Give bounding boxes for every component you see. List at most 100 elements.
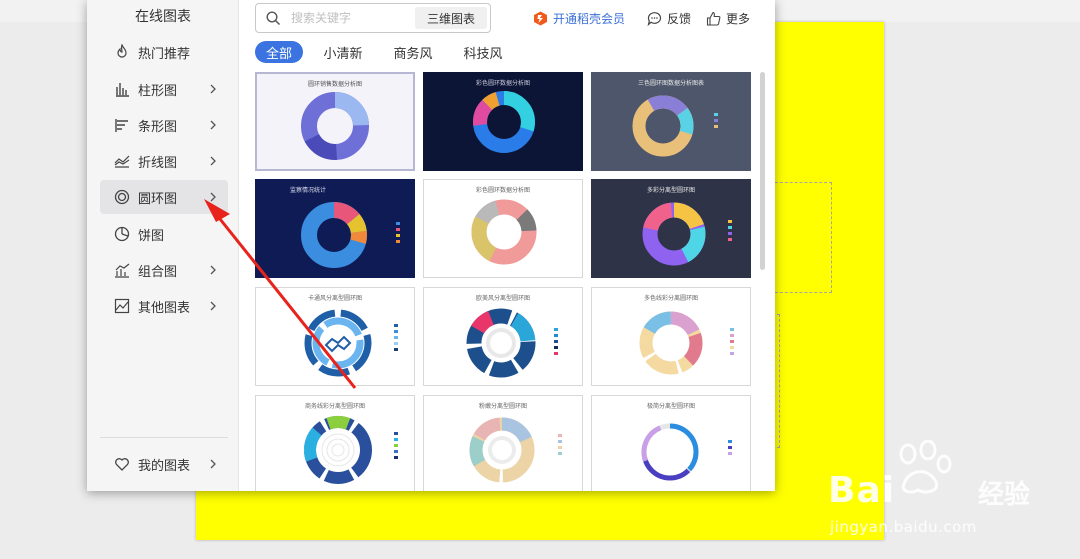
chevron-right-icon	[204, 261, 222, 279]
member-label: 开通稻壳会员	[553, 11, 626, 26]
sidebar-item-label: 条形图	[138, 119, 178, 135]
chevron-right-icon	[204, 152, 222, 170]
sidebar-item-combo[interactable]: 组合图	[100, 253, 228, 287]
template-title: 商务线彩分离型圆环图	[304, 403, 365, 410]
sidebar-item-my-charts[interactable]: 我的图表	[100, 447, 228, 481]
feedback-label: 反馈	[667, 11, 692, 26]
template-title: 极简分离型圆环图	[646, 403, 695, 410]
template-title: 圆环销售数据分析图	[307, 81, 362, 88]
chart-legend	[554, 326, 560, 356]
donut-thumbnail	[471, 199, 537, 265]
more-link[interactable]: 更多	[705, 8, 750, 28]
docer-member-icon	[532, 10, 548, 26]
template-title: 彩色圆环数据分析图	[475, 80, 530, 87]
chevron-right-icon	[204, 116, 222, 134]
chart-category-sidebar: 在线图表 热门推荐 柱形图 条形图 折线图 圆环图 饼图 组合图 其他图表 我的…	[87, 0, 239, 491]
donut-thumbnail	[466, 308, 536, 378]
chevron-right-icon	[204, 188, 222, 206]
tab-fresh[interactable]: 小清新	[317, 41, 369, 63]
watermark-brand-cn: 经验	[978, 480, 1031, 510]
template-card[interactable]: 粉嫩分离型圆环图	[423, 395, 583, 491]
template-title: 卡通风分离型圆环图	[307, 295, 362, 302]
tab-business[interactable]: 商务风	[387, 41, 439, 63]
chevron-right-icon	[204, 297, 222, 315]
template-card[interactable]: 彩色圆环数据分析图	[423, 179, 583, 278]
sidebar-item-donut[interactable]: 圆环图	[100, 180, 228, 214]
sidebar-divider	[100, 437, 228, 438]
pie-chart-icon	[111, 223, 133, 245]
sidebar-item-line[interactable]: 折线图	[100, 144, 228, 178]
template-title: 监察情况统计	[290, 187, 327, 194]
template-title: 彩色圆环数据分析图	[475, 187, 530, 194]
donut-thumbnail	[473, 91, 535, 153]
online-chart-dialog: 在线图表 热门推荐 柱形图 条形图 折线图 圆环图 饼图 组合图 其他图表 我的…	[87, 0, 775, 491]
baidu-jingyan-watermark: Bai 经验 jingyan.baidu.com	[828, 440, 1068, 540]
template-card[interactable]: 监察情况统计	[255, 179, 415, 278]
bar-chart-icon	[111, 114, 133, 136]
sidebar-item-column[interactable]: 柱形图	[100, 72, 228, 106]
sidebar-item-label: 圆环图	[138, 191, 178, 207]
sidebar-item-pie[interactable]: 饼图	[100, 217, 228, 251]
thumbs-up-icon	[705, 10, 721, 26]
sidebar-item-label: 饼图	[138, 228, 165, 244]
donut-chart-icon	[111, 186, 133, 208]
sidebar-item-label: 柱形图	[138, 83, 178, 99]
sidebar-item-other[interactable]: 其他图表	[100, 289, 228, 323]
combo-chart-icon	[111, 259, 133, 281]
template-card[interactable]: 三色圆环图数据分析图表	[591, 72, 751, 171]
template-scrollbar[interactable]	[760, 72, 765, 270]
donut-thumbnail	[642, 202, 706, 266]
template-title: 多色线彩分离圆环图	[643, 295, 698, 302]
sidebar-item-label: 我的图表	[138, 458, 191, 474]
template-grid: 圆环销售数据分析图 彩色圆环数据分析图 三色圆环图数据分析图表 监察情况统计 彩…	[255, 72, 755, 491]
3d-chart-button[interactable]: 三维图表	[415, 7, 487, 29]
member-link[interactable]: 开通稻壳会员	[532, 8, 625, 28]
chevron-right-icon	[204, 80, 222, 98]
template-card[interactable]: 欧美风分离型圆环图	[423, 287, 583, 386]
template-title: 三色圆环图数据分析图表	[637, 80, 704, 87]
sidebar-item-label: 折线图	[138, 155, 178, 171]
chart-legend	[394, 322, 400, 352]
chart-legend	[728, 438, 734, 456]
chart-legend	[714, 111, 720, 129]
search-input[interactable]	[291, 11, 411, 25]
template-card[interactable]: 彩色圆环数据分析图	[423, 72, 583, 171]
tab-tech[interactable]: 科技风	[457, 41, 509, 63]
sidebar-item-label: 组合图	[138, 264, 178, 280]
tab-all[interactable]: 全部	[255, 41, 303, 63]
more-label: 更多	[726, 11, 751, 26]
chart-legend	[394, 430, 400, 460]
chart-legend	[558, 432, 564, 456]
template-card[interactable]: 多彩分离型圆环图	[591, 179, 751, 278]
donut-thumbnail	[304, 416, 372, 484]
search-box: 三维图表	[255, 3, 491, 33]
template-card[interactable]: 卡通风分离型圆环图	[255, 287, 415, 386]
watermark-url: jingyan.baidu.com	[830, 518, 977, 536]
sidebar-item-label: 其他图表	[138, 300, 191, 316]
heart-icon	[111, 453, 133, 475]
chat-bubble-icon	[646, 10, 662, 26]
other-chart-icon	[111, 295, 133, 317]
line-chart-icon	[111, 150, 133, 172]
template-card[interactable]: 极简分离型圆环图	[591, 395, 751, 491]
template-title: 多彩分离型圆环图	[646, 187, 695, 194]
sidebar-title: 在线图表	[135, 9, 191, 25]
donut-thumbnail	[301, 202, 367, 268]
sidebar-item-label: 热门推荐	[138, 46, 191, 62]
watermark-brand: Bai	[828, 470, 896, 511]
chevron-right-icon	[204, 455, 222, 473]
feedback-link[interactable]: 反馈	[646, 8, 691, 28]
template-card[interactable]: 多色线彩分离圆环图	[591, 287, 751, 386]
template-card[interactable]: 圆环销售数据分析图	[255, 72, 415, 171]
template-title: 粉嫩分离型圆环图	[478, 403, 527, 410]
donut-thumbnail	[639, 311, 703, 375]
template-card[interactable]: 商务线彩分离型圆环图	[255, 395, 415, 491]
column-chart-icon	[111, 78, 133, 100]
sidebar-item-hot[interactable]: 热门推荐	[100, 35, 228, 69]
sidebar-item-bar[interactable]: 条形图	[100, 108, 228, 142]
donut-thumbnail	[632, 95, 694, 157]
chart-legend	[728, 218, 734, 242]
flame-icon	[111, 41, 133, 63]
donut-thumbnail	[304, 309, 372, 377]
donut-thumbnail	[469, 417, 535, 483]
